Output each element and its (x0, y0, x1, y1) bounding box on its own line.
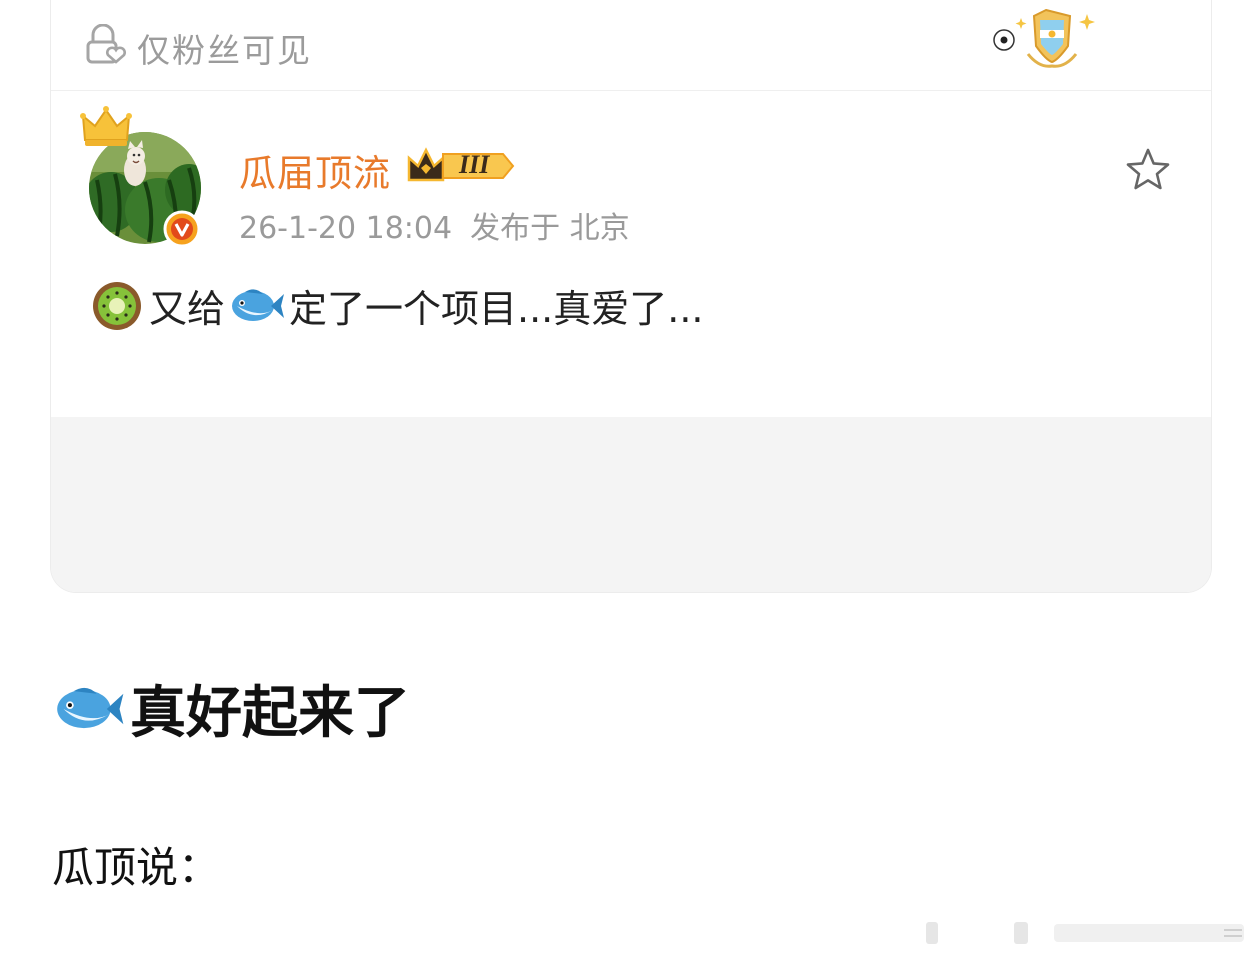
crown-icon (80, 106, 132, 146)
visibility-bar: 仅粉丝可见 (51, 0, 1211, 91)
headline-text: 真好起来了 (130, 681, 410, 746)
post-date: 26-1-20 18:04 (239, 211, 453, 246)
article-subhead: 瓜顶说： (52, 843, 221, 892)
visibility-label: 仅粉丝可见 (137, 31, 312, 70)
argentina-shield-badge-icon (993, 8, 1095, 68)
kiwi-icon (93, 281, 141, 330)
article-headline: 真好起来了 (52, 668, 410, 749)
post-card: 仅粉丝可见 瓜届顶流 III 26-1-20 18:04 发布于 北京 又给 定… (50, 0, 1212, 593)
verified-v-icon (163, 210, 201, 248)
media-area (51, 417, 1211, 592)
level-badge: III (407, 146, 517, 186)
post-text-part-1: 又给 (149, 287, 226, 331)
star-icon[interactable] (1125, 147, 1171, 193)
fish-icon (57, 687, 124, 728)
post-location: 发布于 北京 (470, 211, 630, 246)
username[interactable]: 瓜届顶流 (239, 143, 391, 197)
post-text-part-2: 定了一个项目...真爱了... (289, 287, 704, 331)
post-text: 又给 定了一个项目...真爱了... (91, 278, 704, 333)
level-badge-label: III (459, 150, 490, 179)
fish-icon (232, 288, 285, 321)
post-meta: 26-1-20 18:04 发布于 北京 (239, 203, 630, 247)
lock-heart-icon (86, 24, 126, 64)
scroll-indicator[interactable] (924, 916, 1250, 946)
